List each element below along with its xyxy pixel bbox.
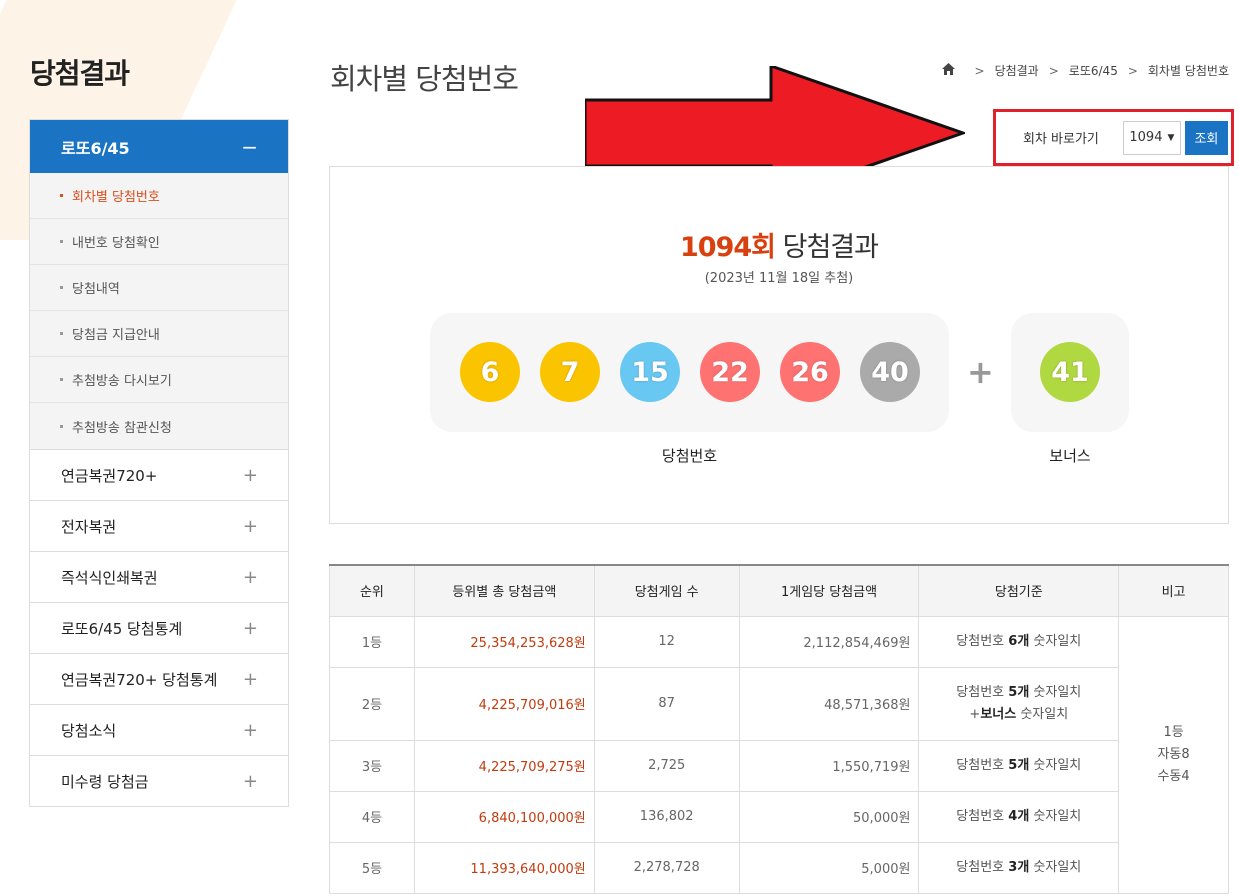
bullet-icon xyxy=(60,378,63,381)
breadcrumb-item[interactable]: 로또6/45 xyxy=(1069,62,1118,79)
sidebar-title: 당첨결과 xyxy=(30,57,130,90)
column-header: 당첨게임 수 xyxy=(593,564,740,617)
criteria-cell: 당첨번호 4개 숫자일치 xyxy=(918,790,1120,843)
bullet-icon xyxy=(60,286,63,289)
winner-count-cell: 2,725 xyxy=(593,739,740,792)
round-jump-label: 회차 바로가기 xyxy=(1023,132,1099,147)
chevron-right-icon: > xyxy=(1048,63,1059,78)
result-title: 1094회 당첨결과 xyxy=(680,232,879,263)
column-header: 등위별 총 당첨금액 xyxy=(413,564,595,617)
breadcrumb: > 당첨결과 > 로또6/45 > 회차별 당첨번호 xyxy=(941,62,1229,79)
total-prize-cell: 4,225,709,275원 xyxy=(413,739,595,792)
table-row: 1등 25,354,253,628원 12 2,112,854,469원 당첨번… xyxy=(329,615,1229,894)
result-panel: 1094회 당첨결과 (2023년 11월 18일 추첨) 6 7 15 22 … xyxy=(329,166,1229,524)
number-ball: 7 xyxy=(540,342,600,402)
sidebar-item-unclaimed[interactable]: 미수령 당첨금 + xyxy=(30,755,288,806)
column-header: 1게임당 당첨금액 xyxy=(738,564,920,617)
search-button[interactable]: 조회 xyxy=(1184,120,1228,155)
sidebar-item-instant[interactable]: 즉석식인쇄복권 + xyxy=(30,551,288,602)
expand-icon[interactable]: + xyxy=(243,618,258,639)
column-header: 당첨기준 xyxy=(918,564,1120,617)
sidebar-sub-item-replay[interactable]: 추첨방송 다시보기 xyxy=(30,357,288,403)
sidebar-item-label: 로또6/45 xyxy=(61,138,130,158)
number-ball: 40 xyxy=(860,342,920,402)
per-game-prize-cell: 2,112,854,469원 xyxy=(738,615,920,668)
note-cell: 1등 자동8 수동4 xyxy=(1118,615,1229,894)
column-header: 비고 xyxy=(1118,564,1229,617)
winner-count-cell: 136,802 xyxy=(593,790,740,843)
winner-count-cell: 87 xyxy=(593,666,740,741)
sidebar-item-lotto-stats[interactable]: 로또6/45 당첨통계 + xyxy=(30,602,288,653)
sidebar-sub-item-attend[interactable]: 추첨방송 참관신청 xyxy=(30,403,288,449)
collapse-icon[interactable]: − xyxy=(241,135,258,159)
total-prize-cell: 6,840,100,000원 xyxy=(413,790,595,843)
sidebar-sub-item-check-my-numbers[interactable]: 내번호 당첨확인 xyxy=(30,219,288,265)
number-ball: 26 xyxy=(780,342,840,402)
plus-icon: + xyxy=(967,353,994,391)
table-row: 5등 11,393,640,000원 2,278,728 5,000원 당첨번호… xyxy=(329,841,1229,894)
bonus-ball: 41 xyxy=(1040,342,1100,402)
total-prize-cell: 11,393,640,000원 xyxy=(413,841,595,894)
expand-icon[interactable]: + xyxy=(243,567,258,588)
sidebar-sub-item-payout-guide[interactable]: 당첨금 지급안내 xyxy=(30,311,288,357)
sidebar-submenu: 회차별 당첨번호 내번호 당첨확인 당첨내역 당첨금 지급안내 추첨방송 다시보… xyxy=(30,173,288,449)
expand-icon[interactable]: + xyxy=(243,465,258,486)
number-ball: 6 xyxy=(460,342,520,402)
prize-table: 순위 등위별 총 당첨금액 당첨게임 수 1게임당 당첨금액 당첨기준 비고 1… xyxy=(329,564,1229,894)
criteria-cell: 당첨번호 5개 숫자일치 xyxy=(918,739,1120,792)
table-header-row: 순위 등위별 총 당첨금액 당첨게임 수 1게임당 당첨금액 당첨기준 비고 xyxy=(329,564,1229,617)
sidebar-item-news[interactable]: 당첨소식 + xyxy=(30,704,288,755)
winner-count-cell: 2,278,728 xyxy=(593,841,740,894)
round-select[interactable]: 1094 ▼ xyxy=(1122,120,1181,155)
criteria-cell: 당첨번호 3개 숫자일치 xyxy=(918,841,1120,894)
per-game-prize-cell: 50,000원 xyxy=(738,790,920,843)
bonus-number-panel: 41 xyxy=(1011,313,1129,432)
sidebar-item-pension-stats[interactable]: 연금복권720+ 당첨통계 + xyxy=(30,653,288,704)
table-row: 4등 6,840,100,000원 136,802 50,000원 당첨번호 4… xyxy=(329,790,1229,843)
breadcrumb-item: 회차별 당첨번호 xyxy=(1147,64,1229,78)
bullet-icon xyxy=(60,240,63,243)
winning-numbers-panel: 6 7 15 22 26 40 xyxy=(430,313,949,432)
rank-cell: 1등 xyxy=(329,615,415,668)
page-title: 회차별 당첨번호 xyxy=(330,62,519,96)
winning-numbers-label: 당첨번호 xyxy=(661,447,718,465)
winner-count-cell: 12 xyxy=(593,615,740,668)
table-row: 3등 4,225,709,275원 2,725 1,550,719원 당첨번호 … xyxy=(329,739,1229,792)
per-game-prize-cell: 1,550,719원 xyxy=(738,739,920,792)
expand-icon[interactable]: + xyxy=(243,720,258,741)
per-game-prize-cell: 48,571,368원 xyxy=(738,666,920,741)
bullet-icon xyxy=(60,194,63,197)
sidebar-item-pension720[interactable]: 연금복권720+ + xyxy=(30,449,288,500)
sidebar-item-e-lottery[interactable]: 전자복권 + xyxy=(30,500,288,551)
number-ball: 22 xyxy=(700,342,760,402)
total-prize-cell: 4,225,709,016원 xyxy=(413,666,595,741)
caret-down-icon: ▼ xyxy=(1167,132,1175,143)
rank-cell: 4등 xyxy=(329,790,415,843)
table-row: 2등 4,225,709,016원 87 48,571,368원 당첨번호 5개… xyxy=(329,666,1229,741)
chevron-right-icon: > xyxy=(974,63,985,78)
sidebar-sub-item-round-numbers[interactable]: 회차별 당첨번호 xyxy=(30,173,288,219)
expand-icon[interactable]: + xyxy=(243,669,258,690)
sidebar-menu: 로또6/45 − 회차별 당첨번호 내번호 당첨확인 당첨내역 당첨금 지급안내… xyxy=(29,119,289,807)
rank-cell: 3등 xyxy=(329,739,415,792)
draw-date: (2023년 11월 18일 추첨) xyxy=(704,271,854,286)
breadcrumb-item[interactable]: 당첨결과 xyxy=(995,62,1039,79)
per-game-prize-cell: 5,000원 xyxy=(738,841,920,894)
sidebar-item-lotto645[interactable]: 로또6/45 − xyxy=(30,120,288,173)
bullet-icon xyxy=(60,332,63,335)
total-prize-cell: 25,354,253,628원 xyxy=(413,615,595,668)
bonus-label: 보너스 xyxy=(1049,447,1091,465)
criteria-cell: 당첨번호 5개 숫자일치 +보너스 숫자일치 xyxy=(918,666,1120,741)
number-ball: 15 xyxy=(620,342,680,402)
rank-cell: 2등 xyxy=(329,666,415,741)
expand-icon[interactable]: + xyxy=(243,516,258,537)
rank-cell: 5등 xyxy=(329,841,415,894)
round-jump-highlight: 회차 바로가기 1094 ▼ 조회 xyxy=(993,109,1234,166)
sidebar-sub-item-win-history[interactable]: 당첨내역 xyxy=(30,265,288,311)
column-header: 순위 xyxy=(329,564,415,617)
criteria-cell: 당첨번호 6개 숫자일치 xyxy=(918,615,1120,668)
expand-icon[interactable]: + xyxy=(243,771,258,792)
bullet-icon xyxy=(60,424,63,428)
chevron-right-icon: > xyxy=(1127,63,1138,78)
